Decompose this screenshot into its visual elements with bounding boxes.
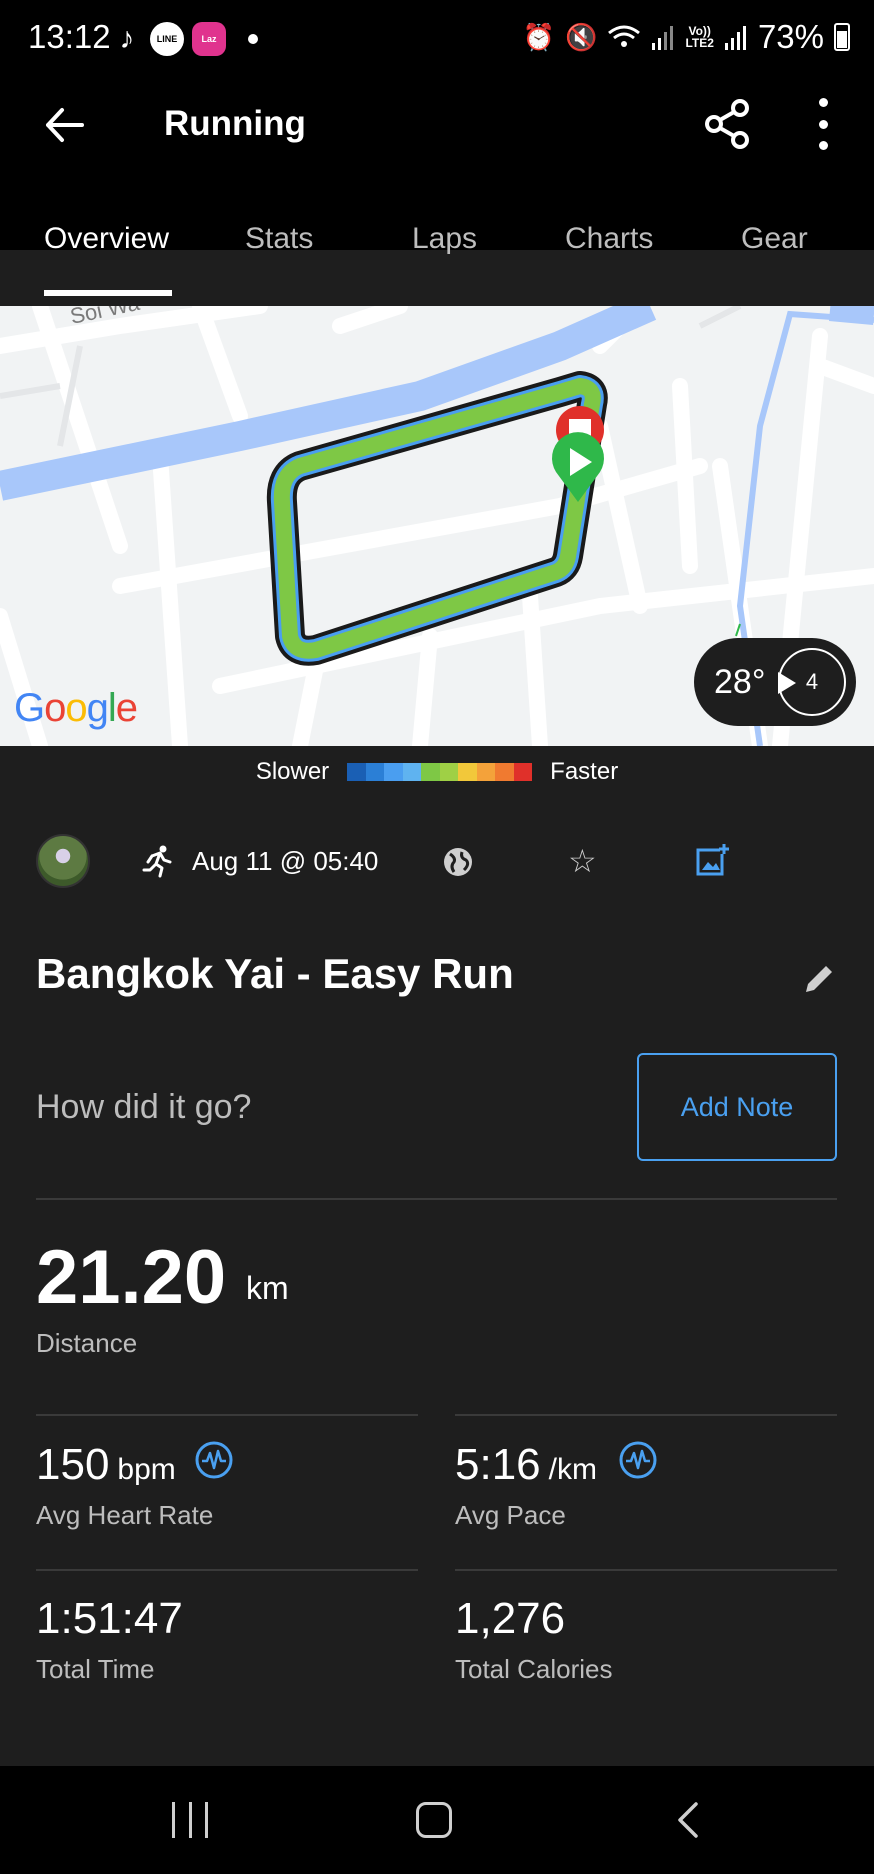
alarm-icon: ⏰ — [522, 21, 556, 52]
legend-color-bar — [347, 763, 533, 781]
nav-back-icon[interactable] — [666, 1798, 710, 1842]
activity-date: Aug 11 @ 05:40 — [192, 846, 379, 876]
pace-zone-icon[interactable] — [619, 1441, 657, 1479]
tab-charts[interactable]: Charts — [565, 222, 653, 300]
add-photo-icon[interactable] — [694, 842, 730, 878]
tab-laps[interactable]: Laps — [412, 222, 477, 300]
heart-rate-label: Avg Heart Rate — [36, 1500, 214, 1530]
notification-icons: ♪ LINE Laz — [112, 22, 258, 56]
distance-value: 21.20 — [36, 1235, 227, 1320]
note-prompt: How did it go? — [36, 1088, 252, 1126]
heart-rate-stat[interactable]: 150 bpm — [36, 1440, 176, 1490]
activity-title: Bangkok Yai - Easy Run — [36, 950, 514, 997]
route-map[interactable]: Soi Wa Google 28° 4 — [0, 306, 874, 746]
wind-icon: 4 — [778, 648, 846, 716]
legend-slower-label: Slower — [255, 758, 330, 785]
page-title: Running — [164, 104, 306, 143]
line-icon: LINE — [150, 22, 184, 56]
heart-rate-unit: bpm — [117, 1453, 176, 1486]
signal-icon — [652, 26, 674, 50]
app-header: Running Overview Stats Laps Charts Gear — [0, 78, 874, 296]
battery-icon — [834, 23, 850, 51]
status-time: 13:12 — [28, 18, 111, 55]
calories-label: Total Calories — [455, 1654, 613, 1684]
share-icon[interactable] — [700, 96, 756, 152]
legend-faster-label: Faster — [550, 758, 619, 785]
temperature: 28° — [714, 662, 766, 701]
status-icons: ⏰ 🔇 Vo)) LTE2 73% — [523, 18, 850, 56]
lazada-icon: Laz — [192, 22, 226, 56]
weather-badge[interactable]: 28° 4 — [694, 638, 856, 726]
wind-speed: 4 — [805, 669, 819, 694]
network-type: Vo)) LTE2 — [685, 25, 713, 49]
battery-percent: 73% — [757, 18, 824, 55]
divider — [36, 1569, 418, 1571]
tab-gear[interactable]: Gear — [741, 222, 808, 300]
tab-stats[interactable]: Stats — [245, 222, 313, 300]
wifi-icon — [608, 25, 641, 47]
divider — [36, 1414, 418, 1416]
calories-value: 1,276 — [455, 1594, 566, 1643]
divider — [455, 1414, 837, 1416]
running-icon — [142, 845, 172, 878]
pace-legend: Slower Faster — [0, 752, 874, 792]
signal-icon-2 — [724, 26, 746, 50]
divider — [36, 1198, 837, 1200]
wind-direction-arrow — [778, 672, 796, 694]
total-time-label: Total Time — [36, 1654, 155, 1684]
active-tab-indicator — [44, 290, 172, 296]
tab-bar: Overview Stats Laps Charts Gear — [0, 222, 874, 300]
more-notifications-icon — [248, 34, 258, 44]
add-note-button[interactable]: Add Note — [637, 1053, 837, 1161]
back-arrow-icon[interactable] — [40, 100, 90, 150]
home-icon[interactable] — [416, 1802, 452, 1838]
more-options-icon[interactable] — [808, 98, 838, 150]
activity-info-row: Aug 11 @ 05:40 ☆ — [0, 832, 874, 892]
divider — [455, 1569, 837, 1571]
star-icon[interactable]: ☆ — [568, 842, 597, 880]
lte-label: LTE2 — [685, 36, 714, 50]
google-logo: Google — [14, 686, 138, 730]
tiktok-icon: ♪ — [119, 22, 135, 55]
system-nav-bar — [0, 1766, 874, 1874]
mute-icon: 🔇 — [565, 21, 598, 52]
globe-icon[interactable] — [442, 846, 474, 878]
pace-stat[interactable]: 5:16/km — [455, 1440, 597, 1490]
edit-pencil-icon[interactable] — [802, 962, 836, 996]
distance-label: Distance — [36, 1328, 138, 1358]
total-time-value: 1:51:47 — [36, 1594, 183, 1643]
tab-overview[interactable]: Overview — [44, 222, 169, 300]
heart-rate-zone-icon[interactable] — [195, 1441, 233, 1479]
pace-unit: /km — [548, 1453, 597, 1486]
status-bar: 13:12 ♪ LINE Laz ⏰ 🔇 Vo)) LTE2 73% — [0, 0, 874, 78]
pace-label: Avg Pace — [455, 1500, 566, 1530]
pace-value: 5:16 — [455, 1440, 541, 1489]
recent-apps-icon[interactable] — [172, 1802, 208, 1838]
avatar[interactable] — [36, 834, 90, 888]
distance-unit: km — [246, 1270, 289, 1306]
heart-rate-value: 150 — [36, 1440, 110, 1489]
